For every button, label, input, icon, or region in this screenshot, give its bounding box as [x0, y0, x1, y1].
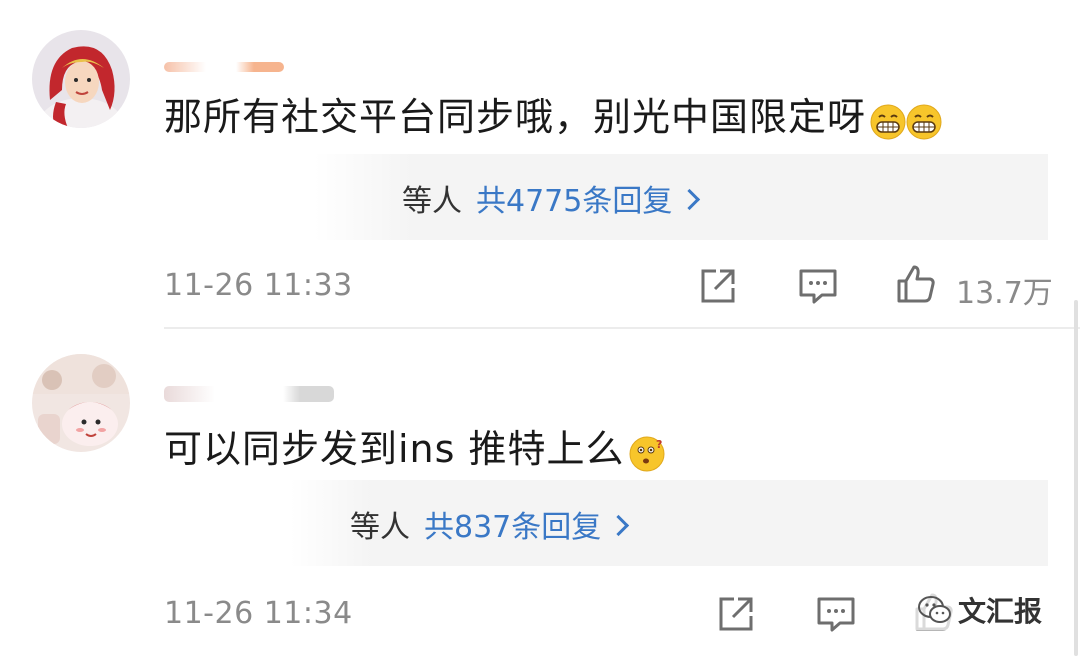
like-icon[interactable]	[896, 264, 936, 304]
avatar[interactable]	[32, 354, 130, 452]
reply-names-redacted	[164, 154, 414, 240]
reply-count-link[interactable]: 共837条回复	[424, 510, 601, 545]
reply-names-redacted	[164, 480, 374, 566]
divider	[164, 327, 1080, 329]
reply-suffix: 等人	[350, 510, 410, 545]
comment-icon[interactable]	[816, 594, 856, 634]
chevron-right-icon	[679, 188, 701, 211]
avatar[interactable]	[32, 30, 130, 128]
watermark: 文汇报	[911, 590, 1048, 630]
chevron-right-icon	[608, 514, 630, 537]
thinking-face-emoji-icon: ?	[629, 436, 665, 472]
comment-icon[interactable]	[798, 266, 838, 306]
reply-summary[interactable]: 等人 共837条回复	[350, 502, 630, 546]
timestamp: 11-26 11:33	[164, 268, 353, 303]
wechat-icon	[917, 596, 951, 623]
like-count: 13.7万	[956, 276, 1053, 311]
reply-count-link[interactable]: 共4775条回复	[476, 184, 672, 219]
timestamp: 11-26 11:34	[164, 596, 353, 631]
share-icon[interactable]	[698, 266, 738, 306]
watermark-text: 文汇报	[957, 595, 1042, 628]
reply-preview[interactable]: 等人 共4775条回复	[164, 154, 1048, 240]
share-icon[interactable]	[716, 594, 756, 634]
scrollbar[interactable]	[1074, 300, 1078, 656]
username[interactable]	[164, 62, 284, 72]
username[interactable]	[164, 386, 334, 402]
weibo-comment-list: 那所有社交平台同步哦，别光中国限定呀 等人 共4775条回复 11-26 11:…	[0, 0, 1080, 656]
svg-text:?: ?	[656, 438, 663, 451]
comment-text: 那所有社交平台同步哦，别光中国限定呀	[164, 86, 942, 142]
comment-text: 可以同步发到ins 推特上么 ?	[164, 427, 665, 472]
reply-preview[interactable]: 等人 共837条回复	[164, 480, 1048, 566]
grin-emoji-icon	[906, 104, 942, 140]
comment-item: 那所有社交平台同步哦，别光中国限定呀 等人 共4775条回复 11-26 11:…	[0, 0, 1080, 330]
grin-emoji-icon	[870, 104, 906, 140]
reply-summary[interactable]: 等人 共4775条回复	[402, 176, 701, 220]
reply-suffix: 等人	[402, 184, 462, 219]
